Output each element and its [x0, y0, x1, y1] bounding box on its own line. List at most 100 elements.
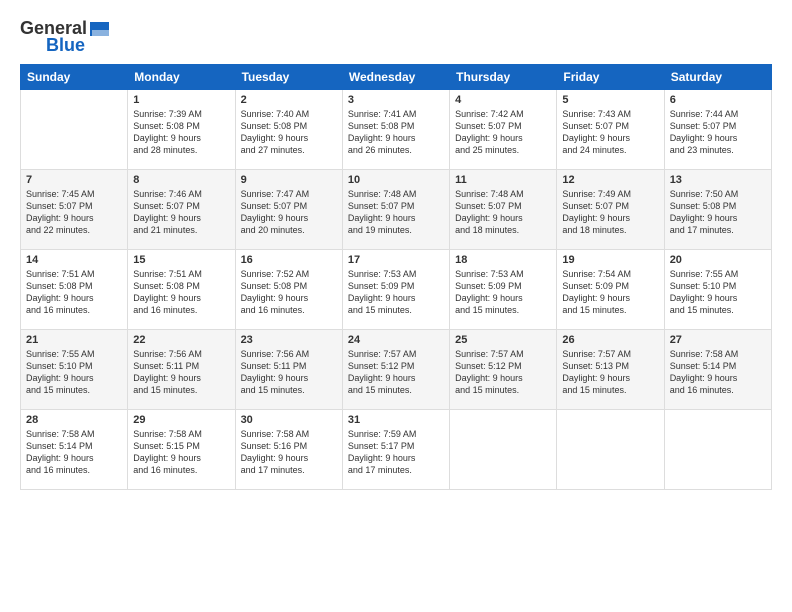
day-info: Sunrise: 7:53 AMSunset: 5:09 PMDaylight:…	[455, 268, 551, 317]
calendar-cell: 16 Sunrise: 7:52 AMSunset: 5:08 PMDayligh…	[235, 250, 342, 330]
day-info: Sunrise: 7:44 AMSunset: 5:07 PMDaylight:…	[670, 108, 766, 157]
calendar-cell: 21 Sunrise: 7:55 AMSunset: 5:10 PMDayligh…	[21, 330, 128, 410]
calendar-cell: 31 Sunrise: 7:59 AMSunset: 5:17 PMDayligh…	[342, 410, 449, 490]
week-row-5: 28 Sunrise: 7:58 AMSunset: 5:14 PMDayligh…	[21, 410, 772, 490]
logo-flag-icon	[89, 20, 111, 38]
calendar-cell: 22Sunrise: 7:56 AMSunset: 5:11 PMDayligh…	[128, 330, 235, 410]
day-info: Sunrise: 7:48 AMSunset: 5:07 PMDaylight:…	[348, 188, 444, 237]
page: General Blue SundayMondayTuesdayWednesda…	[0, 0, 792, 612]
day-number: 23	[241, 334, 337, 346]
day-number: 15	[133, 254, 229, 266]
header: General Blue	[20, 18, 772, 56]
day-number: 6	[670, 94, 766, 106]
calendar-cell: 17 Sunrise: 7:53 AMSunset: 5:09 PMDayligh…	[342, 250, 449, 330]
day-number: 18	[455, 254, 551, 266]
calendar-cell: 25 Sunrise: 7:57 AMSunset: 5:12 PMDayligh…	[450, 330, 557, 410]
day-number: 12	[562, 174, 658, 186]
day-info: Sunrise: 7:47 AMSunset: 5:07 PMDaylight:…	[241, 188, 337, 237]
day-info: Sunrise: 7:57 AMSunset: 5:12 PMDaylight:…	[348, 348, 444, 397]
day-number: 7	[26, 174, 122, 186]
calendar-cell: 8 Sunrise: 7:46 AMSunset: 5:07 PMDaylight…	[128, 170, 235, 250]
day-info: Sunrise: 7:52 AMSunset: 5:08 PMDaylight:…	[241, 268, 337, 317]
day-number: 16	[241, 254, 337, 266]
day-number: 28	[26, 414, 122, 426]
calendar-cell: 3Sunrise: 7:41 AMSunset: 5:08 PMDaylight…	[342, 90, 449, 170]
day-number: 24	[348, 334, 444, 346]
day-number: 13	[670, 174, 766, 186]
day-info: Sunrise: 7:58 AMSunset: 5:14 PMDaylight:…	[670, 348, 766, 397]
weekday-header-friday: Friday	[557, 65, 664, 90]
calendar-cell: 23 Sunrise: 7:56 AMSunset: 5:11 PMDayligh…	[235, 330, 342, 410]
calendar-cell: 2 Sunrise: 7:40 AMSunset: 5:08 PMDaylight…	[235, 90, 342, 170]
weekday-header-thursday: Thursday	[450, 65, 557, 90]
day-info: Sunrise: 7:46 AMSunset: 5:07 PMDaylight:…	[133, 188, 229, 237]
day-info: Sunrise: 7:58 AMSunset: 5:14 PMDaylight:…	[26, 428, 122, 477]
day-info: Sunrise: 7:45 AMSunset: 5:07 PMDaylight:…	[26, 188, 122, 237]
day-info: Sunrise: 7:50 AMSunset: 5:08 PMDaylight:…	[670, 188, 766, 237]
day-info: Sunrise: 7:56 AMSunset: 5:11 PMDaylight:…	[241, 348, 337, 397]
day-number: 27	[670, 334, 766, 346]
calendar-cell: 14 Sunrise: 7:51 AMSunset: 5:08 PMDayligh…	[21, 250, 128, 330]
calendar-cell: 19Sunrise: 7:54 AMSunset: 5:09 PMDayligh…	[557, 250, 664, 330]
day-info: Sunrise: 7:43 AMSunset: 5:07 PMDaylight:…	[562, 108, 658, 157]
day-info: Sunrise: 7:40 AMSunset: 5:08 PMDaylight:…	[241, 108, 337, 157]
day-number: 5	[562, 94, 658, 106]
day-number: 25	[455, 334, 551, 346]
week-row-4: 21 Sunrise: 7:55 AMSunset: 5:10 PMDayligh…	[21, 330, 772, 410]
day-number: 3	[348, 94, 444, 106]
day-info: Sunrise: 7:51 AMSunset: 5:08 PMDaylight:…	[133, 268, 229, 317]
calendar-cell: 1Sunrise: 7:39 AMSunset: 5:08 PMDaylight…	[128, 90, 235, 170]
day-info: Sunrise: 7:55 AMSunset: 5:10 PMDaylight:…	[26, 348, 122, 397]
day-info: Sunrise: 7:42 AMSunset: 5:07 PMDaylight:…	[455, 108, 551, 157]
day-number: 14	[26, 254, 122, 266]
calendar-cell: 24 Sunrise: 7:57 AMSunset: 5:12 PMDayligh…	[342, 330, 449, 410]
day-info: Sunrise: 7:53 AMSunset: 5:09 PMDaylight:…	[348, 268, 444, 317]
weekday-header-sunday: Sunday	[21, 65, 128, 90]
day-info: Sunrise: 7:54 AMSunset: 5:09 PMDaylight:…	[562, 268, 658, 317]
day-number: 2	[241, 94, 337, 106]
calendar-cell: 13 Sunrise: 7:50 AMSunset: 5:08 PMDayligh…	[664, 170, 771, 250]
day-info: Sunrise: 7:57 AMSunset: 5:12 PMDaylight:…	[455, 348, 551, 397]
weekday-header-saturday: Saturday	[664, 65, 771, 90]
calendar-cell: 29Sunrise: 7:58 AMSunset: 5:15 PMDayligh…	[128, 410, 235, 490]
day-info: Sunrise: 7:59 AMSunset: 5:17 PMDaylight:…	[348, 428, 444, 477]
calendar-table: SundayMondayTuesdayWednesdayThursdayFrid…	[20, 64, 772, 490]
calendar-cell	[664, 410, 771, 490]
calendar-cell	[21, 90, 128, 170]
day-number: 26	[562, 334, 658, 346]
day-number: 17	[348, 254, 444, 266]
day-number: 11	[455, 174, 551, 186]
week-row-2: 7 Sunrise: 7:45 AMSunset: 5:07 PMDaylight…	[21, 170, 772, 250]
logo: General Blue	[20, 18, 111, 56]
day-info: Sunrise: 7:48 AMSunset: 5:07 PMDaylight:…	[455, 188, 551, 237]
day-number: 30	[241, 414, 337, 426]
day-number: 9	[241, 174, 337, 186]
calendar-cell: 6 Sunrise: 7:44 AMSunset: 5:07 PMDaylight…	[664, 90, 771, 170]
calendar-cell: 12 Sunrise: 7:49 AMSunset: 5:07 PMDayligh…	[557, 170, 664, 250]
calendar-cell	[450, 410, 557, 490]
week-row-1: 1Sunrise: 7:39 AMSunset: 5:08 PMDaylight…	[21, 90, 772, 170]
day-info: Sunrise: 7:51 AMSunset: 5:08 PMDaylight:…	[26, 268, 122, 317]
week-row-3: 14 Sunrise: 7:51 AMSunset: 5:08 PMDayligh…	[21, 250, 772, 330]
day-number: 1	[133, 94, 229, 106]
calendar-cell: 20Sunrise: 7:55 AMSunset: 5:10 PMDayligh…	[664, 250, 771, 330]
day-number: 21	[26, 334, 122, 346]
day-number: 8	[133, 174, 229, 186]
weekday-header-row: SundayMondayTuesdayWednesdayThursdayFrid…	[21, 65, 772, 90]
day-number: 29	[133, 414, 229, 426]
calendar-cell: 7 Sunrise: 7:45 AMSunset: 5:07 PMDaylight…	[21, 170, 128, 250]
weekday-header-tuesday: Tuesday	[235, 65, 342, 90]
calendar-cell: 10 Sunrise: 7:48 AMSunset: 5:07 PMDayligh…	[342, 170, 449, 250]
day-number: 31	[348, 414, 444, 426]
calendar-cell: 5 Sunrise: 7:43 AMSunset: 5:07 PMDaylight…	[557, 90, 664, 170]
calendar-cell: 30Sunrise: 7:58 AMSunset: 5:16 PMDayligh…	[235, 410, 342, 490]
day-number: 22	[133, 334, 229, 346]
day-number: 10	[348, 174, 444, 186]
day-info: Sunrise: 7:57 AMSunset: 5:13 PMDaylight:…	[562, 348, 658, 397]
calendar-cell: 26 Sunrise: 7:57 AMSunset: 5:13 PMDayligh…	[557, 330, 664, 410]
day-number: 4	[455, 94, 551, 106]
calendar-cell: 28 Sunrise: 7:58 AMSunset: 5:14 PMDayligh…	[21, 410, 128, 490]
calendar-cell: 11 Sunrise: 7:48 AMSunset: 5:07 PMDayligh…	[450, 170, 557, 250]
day-info: Sunrise: 7:49 AMSunset: 5:07 PMDaylight:…	[562, 188, 658, 237]
calendar-cell: 18 Sunrise: 7:53 AMSunset: 5:09 PMDayligh…	[450, 250, 557, 330]
